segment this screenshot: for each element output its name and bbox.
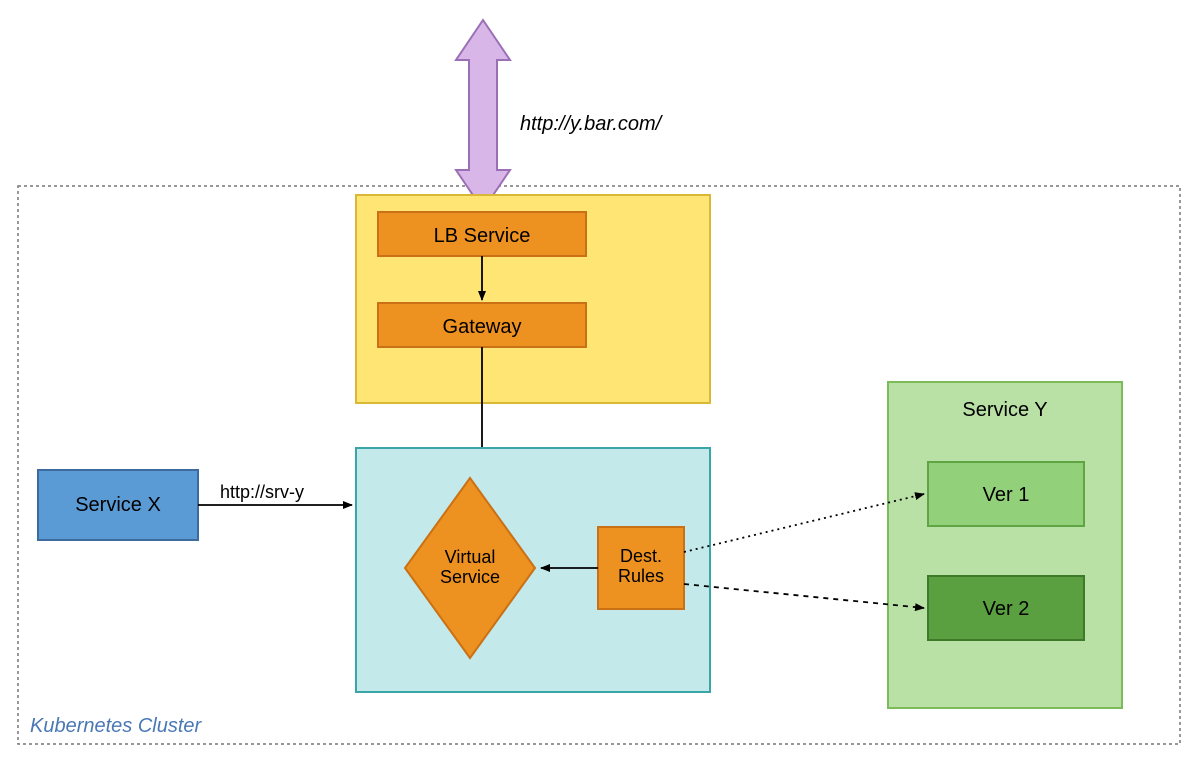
service-y-title: Service Y xyxy=(962,399,1047,421)
service-y-ver2-label: Ver 2 xyxy=(983,598,1030,620)
gateway-label: Gateway xyxy=(443,316,522,338)
service-y-ver1-label: Ver 1 xyxy=(983,484,1030,506)
dest-rules-label-1: Dest. xyxy=(620,546,662,566)
virtual-service-label-2: Service xyxy=(440,567,500,587)
external-traffic-arrow xyxy=(456,20,510,210)
service-y-container xyxy=(888,382,1122,708)
internal-url-label: http://srv-y xyxy=(220,482,304,502)
architecture-diagram: Kubernetes Cluster http://y.bar.com/ LB … xyxy=(0,0,1196,770)
service-x-label: Service X xyxy=(75,494,161,516)
kubernetes-cluster-label: Kubernetes Cluster xyxy=(30,715,203,737)
lb-service-label: LB Service xyxy=(434,225,531,247)
virtual-service-label-1: Virtual xyxy=(445,547,496,567)
dest-rules-label-2: Rules xyxy=(618,566,664,586)
external-url-label: http://y.bar.com/ xyxy=(520,113,664,135)
